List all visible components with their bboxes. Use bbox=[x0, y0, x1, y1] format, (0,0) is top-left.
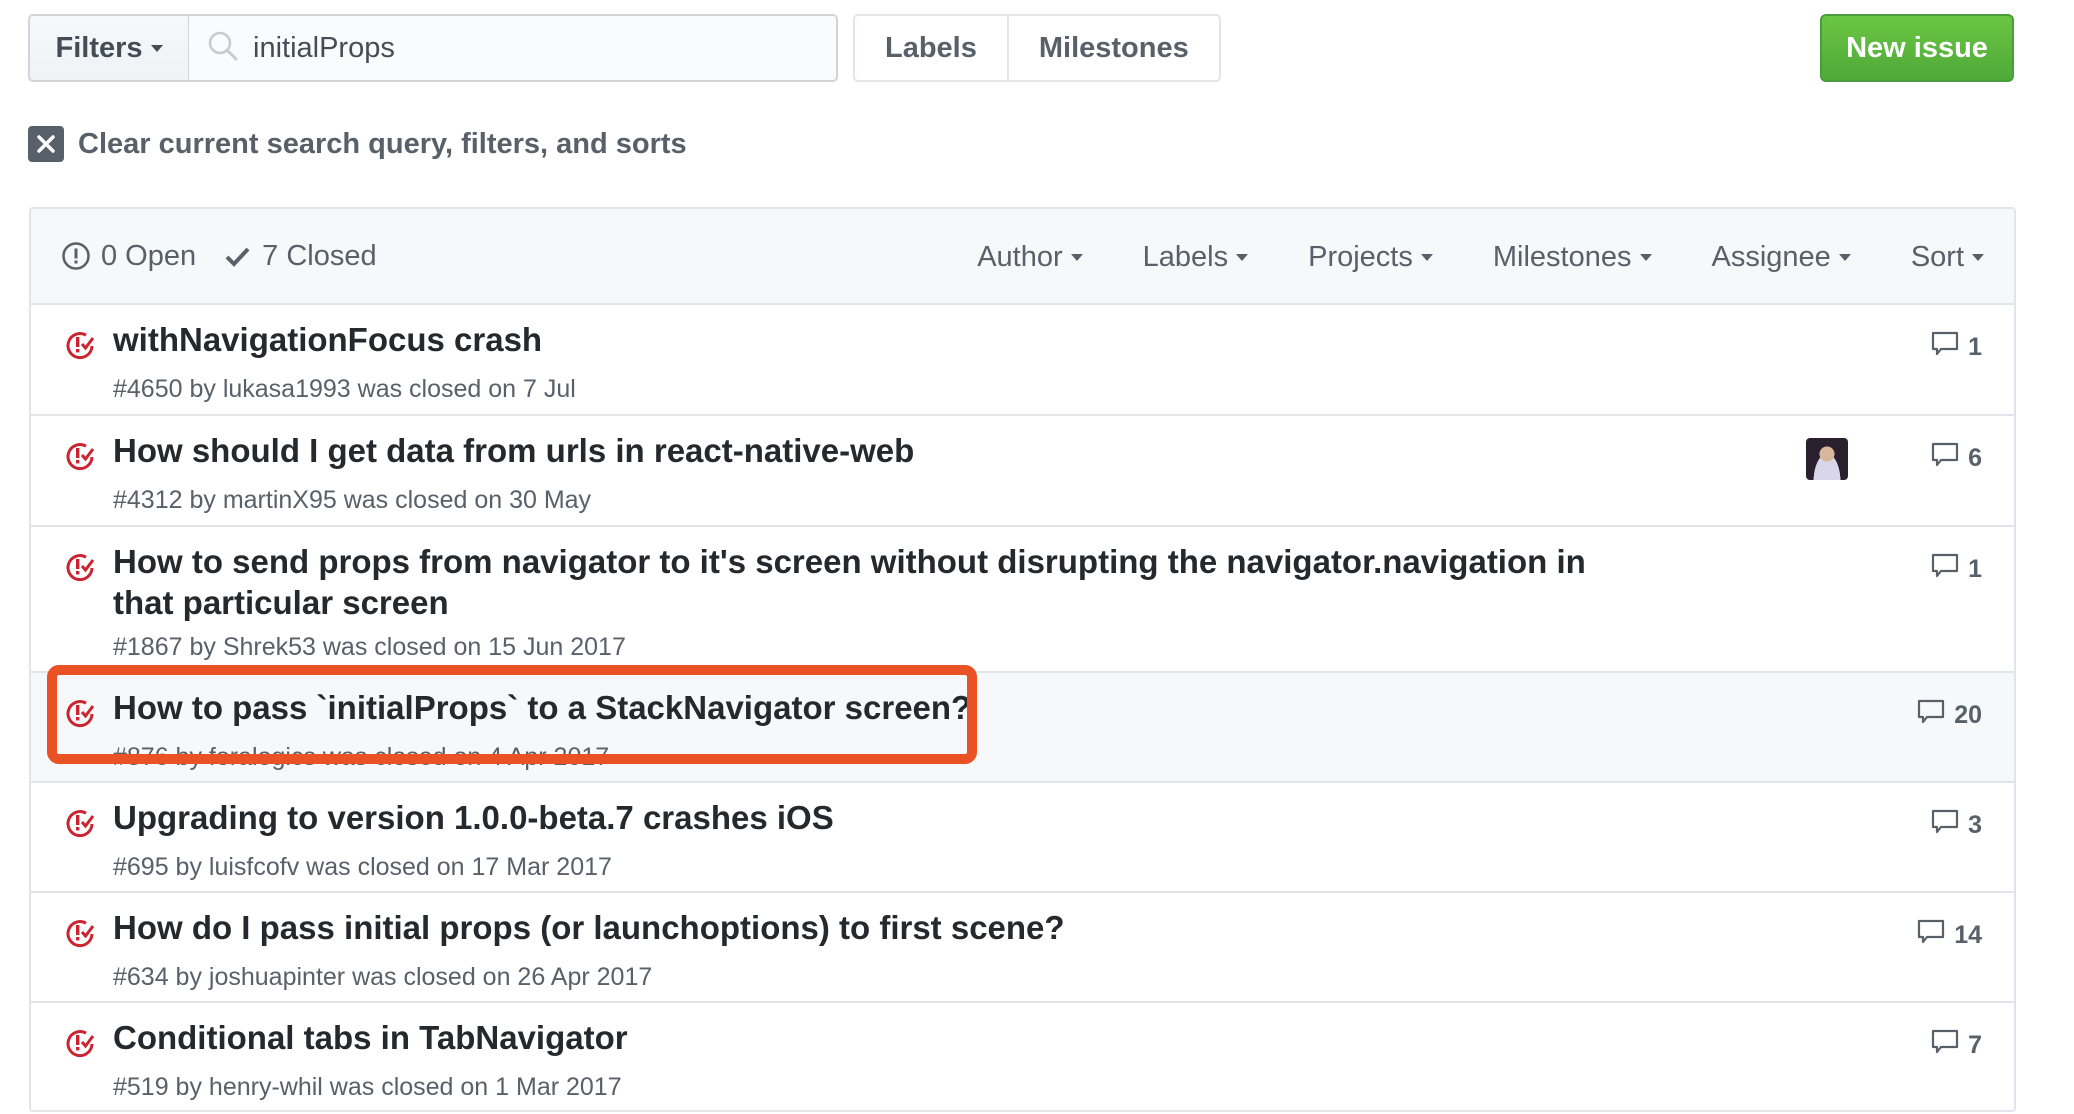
issue-closed-icon bbox=[64, 440, 96, 472]
labels-filter[interactable]: Labels bbox=[1142, 240, 1249, 274]
milestones-filter[interactable]: Milestones bbox=[1493, 241, 1652, 274]
caret-down-icon bbox=[1420, 253, 1433, 261]
comment-icon bbox=[1916, 697, 1954, 734]
milestones-button[interactable]: Milestones bbox=[1006, 16, 1219, 80]
issue-closed-icon bbox=[64, 697, 96, 729]
closed-count: 7 Closed bbox=[262, 239, 377, 272]
comments-link[interactable]: 3 bbox=[1930, 807, 1982, 844]
issue-meta: #634 by joshuapinter was closed on 26 Ap… bbox=[113, 963, 653, 991]
comments-link[interactable]: 14 bbox=[1916, 917, 1982, 954]
labels-milestones-nav: Labels Milestones bbox=[853, 14, 1221, 82]
comment-icon bbox=[1930, 440, 1968, 477]
labels-button[interactable]: Labels bbox=[855, 16, 1007, 80]
caret-down-icon bbox=[1639, 253, 1652, 261]
x-icon bbox=[28, 126, 64, 162]
check-icon bbox=[225, 247, 250, 267]
comments-link[interactable]: 6 bbox=[1930, 440, 1982, 477]
issue-title-link[interactable]: How to send props from navigator to it's… bbox=[113, 541, 1623, 623]
caret-down-icon bbox=[1838, 253, 1851, 261]
sort-filter[interactable]: Sort bbox=[1911, 241, 1984, 274]
clear-query-link[interactable]: Clear current search query, filters, and… bbox=[28, 126, 687, 162]
issue-title-link[interactable]: Upgrading to version 1.0.0-beta.7 crashe… bbox=[113, 797, 1623, 838]
comments-link[interactable]: 20 bbox=[1916, 697, 1982, 734]
issue-closed-icon bbox=[64, 917, 96, 949]
caret-down-icon bbox=[1972, 253, 1984, 261]
assignee-avatar[interactable] bbox=[1806, 438, 1848, 480]
filters-label: Filters bbox=[55, 31, 143, 64]
sort-filter-label: Sort bbox=[1910, 240, 1964, 273]
assignee-filter[interactable]: Assignee bbox=[1712, 241, 1851, 274]
comment-count: 7 bbox=[1968, 1031, 1982, 1059]
caret-down-icon bbox=[1236, 253, 1249, 261]
search-input[interactable] bbox=[253, 31, 813, 65]
comment-icon bbox=[1930, 1027, 1968, 1064]
issue-title-link[interactable]: How do I pass initial props (or launchop… bbox=[113, 907, 1623, 948]
author-filter[interactable]: Author bbox=[977, 240, 1083, 274]
issues-list: 0 Open 7 Closed Author Labels Projects M… bbox=[29, 207, 2016, 1112]
issue-row[interactable]: Upgrading to version 1.0.0-beta.7 crashe… bbox=[31, 783, 2014, 893]
comment-icon bbox=[1930, 807, 1968, 844]
issue-row[interactable]: How do I pass initial props (or launchop… bbox=[31, 893, 2014, 1003]
clear-query-label: Clear current search query, filters, and… bbox=[78, 127, 687, 160]
caret-down-icon bbox=[1070, 253, 1083, 261]
projects-filter-label: Projects bbox=[1308, 240, 1413, 273]
open-count: 0 Open bbox=[101, 239, 197, 272]
comment-icon bbox=[1930, 551, 1968, 588]
projects-filter[interactable]: Projects bbox=[1308, 241, 1433, 274]
issue-row[interactable]: Conditional tabs in TabNavigator #519 by … bbox=[31, 1003, 2014, 1110]
comment-count: 1 bbox=[1968, 555, 1982, 583]
issue-row[interactable]: How to send props from navigator to it's… bbox=[31, 527, 2014, 673]
issue-title-link[interactable]: withNavigationFocus crash bbox=[113, 319, 1623, 360]
header-filters: Author Labels Projects Milestones Assign… bbox=[917, 209, 1984, 305]
filters-dropdown[interactable]: Filters bbox=[28, 14, 190, 82]
comments-link[interactable]: 7 bbox=[1930, 1027, 1982, 1064]
labels-filter-label: Labels bbox=[1142, 240, 1229, 273]
comment-count: 20 bbox=[1954, 701, 1982, 729]
assignee-filter-label: Assignee bbox=[1711, 240, 1831, 273]
comment-count: 6 bbox=[1968, 444, 1982, 472]
milestones-filter-label: Milestones bbox=[1492, 240, 1632, 273]
issue-closed-icon bbox=[64, 329, 96, 361]
comment-icon bbox=[1930, 329, 1968, 366]
issue-meta: #4312 by martinX95 was closed on 30 May bbox=[113, 486, 592, 514]
comments-link[interactable]: 1 bbox=[1930, 329, 1982, 366]
issue-meta: #519 by henry-whil was closed on 1 Mar 2… bbox=[113, 1073, 622, 1101]
issue-closed-icon bbox=[64, 551, 96, 583]
issue-row[interactable]: withNavigationFocus crash #4650 by lukasa… bbox=[31, 305, 2014, 416]
caret-down-icon bbox=[150, 44, 163, 52]
comment-count: 1 bbox=[1968, 333, 1982, 361]
issues-list-header: 0 Open 7 Closed Author Labels Projects M… bbox=[31, 209, 2014, 305]
issue-meta: #876 by foralogics was closed on 4 Apr 2… bbox=[113, 743, 610, 771]
comment-count: 14 bbox=[1954, 921, 1982, 949]
author-filter-label: Author bbox=[977, 240, 1063, 273]
issue-meta: #1867 by Shrek53 was closed on 15 Jun 20… bbox=[113, 633, 626, 661]
issue-row[interactable]: How to pass `initialProps` to a StackNav… bbox=[31, 673, 2014, 783]
search-icon bbox=[207, 30, 239, 67]
new-issue-button[interactable]: New issue bbox=[1820, 14, 2014, 82]
issue-meta: #4650 by lukasa1993 was closed on 7 Jul bbox=[113, 375, 576, 403]
issue-title-link[interactable]: How should I get data from urls in react… bbox=[113, 430, 1623, 471]
comment-count: 3 bbox=[1968, 811, 1982, 839]
issue-closed-icon bbox=[64, 1027, 96, 1059]
issue-meta: #695 by luisfcofv was closed on 17 Mar 2… bbox=[113, 853, 612, 881]
open-issues-tab[interactable]: 0 Open bbox=[61, 240, 196, 273]
closed-issues-tab[interactable]: 7 Closed bbox=[222, 239, 377, 273]
issue-title-link[interactable]: How to pass `initialProps` to a StackNav… bbox=[113, 687, 1623, 728]
issue-opened-icon bbox=[62, 242, 90, 270]
comment-icon bbox=[1916, 917, 1954, 954]
issue-title-link[interactable]: Conditional tabs in TabNavigator bbox=[113, 1017, 1623, 1058]
issue-closed-icon bbox=[64, 807, 96, 839]
search-field[interactable] bbox=[188, 14, 838, 82]
issue-row[interactable]: How should I get data from urls in react… bbox=[31, 416, 2014, 527]
comments-link[interactable]: 1 bbox=[1930, 551, 1982, 588]
